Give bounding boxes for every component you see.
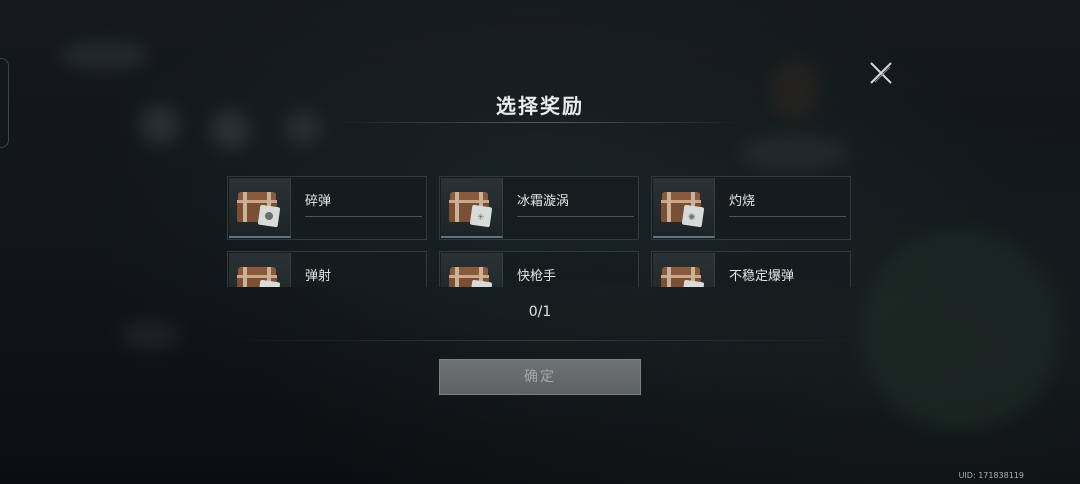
reward-divider [517,216,634,217]
footer-divider [210,340,870,341]
reward-name: 快枪手 [517,269,557,284]
chest-icon [229,178,291,238]
title-divider [330,122,750,123]
chest-icon [653,253,715,287]
reward-list: 碎弹 ✳ 冰霜漩涡 ✺ 灼烧 弹射 快枪手 不稳定爆弹 [227,175,853,287]
chest-icon [229,253,291,287]
reward-name: 弹射 [305,269,332,284]
reward-card-kuaiqiangshou[interactable]: 快枪手 [439,251,639,287]
reward-divider [305,216,422,217]
chest-icon: ✳ [441,178,503,238]
close-button[interactable] [866,58,896,88]
uid-label: UID: 171838119 [958,471,1024,480]
reward-card-zhuoshao[interactable]: ✺ 灼烧 [651,176,851,240]
svg-text:✳: ✳ [477,213,485,223]
reward-name: 不稳定爆弹 [729,269,795,284]
reward-name: 灼烧 [729,194,756,209]
reward-card-buwending[interactable]: 不稳定爆弹 [651,251,851,287]
reward-name: 碎弹 [305,194,332,209]
reward-name: 冰霜漩涡 [517,194,570,209]
reward-divider [729,216,846,217]
reward-card-bingshuang[interactable]: ✳ 冰霜漩涡 [439,176,639,240]
reward-screen: 选择奖励 碎弹 ✳ 冰霜漩涡 ✺ 灼烧 弹射 快枪手 不稳定爆弹 0/1 确定 … [0,0,1080,484]
svg-text:✺: ✺ [688,213,696,223]
dialog-title: 选择奖励 [496,94,584,118]
chest-icon [441,253,503,287]
confirm-button[interactable]: 确定 [439,359,641,395]
selection-counter: 0/1 [528,304,552,320]
reward-card-suidan[interactable]: 碎弹 [227,176,427,240]
reward-card-tanshe[interactable]: 弹射 [227,251,427,287]
chest-icon: ✺ [653,178,715,238]
close-icon [870,62,892,84]
